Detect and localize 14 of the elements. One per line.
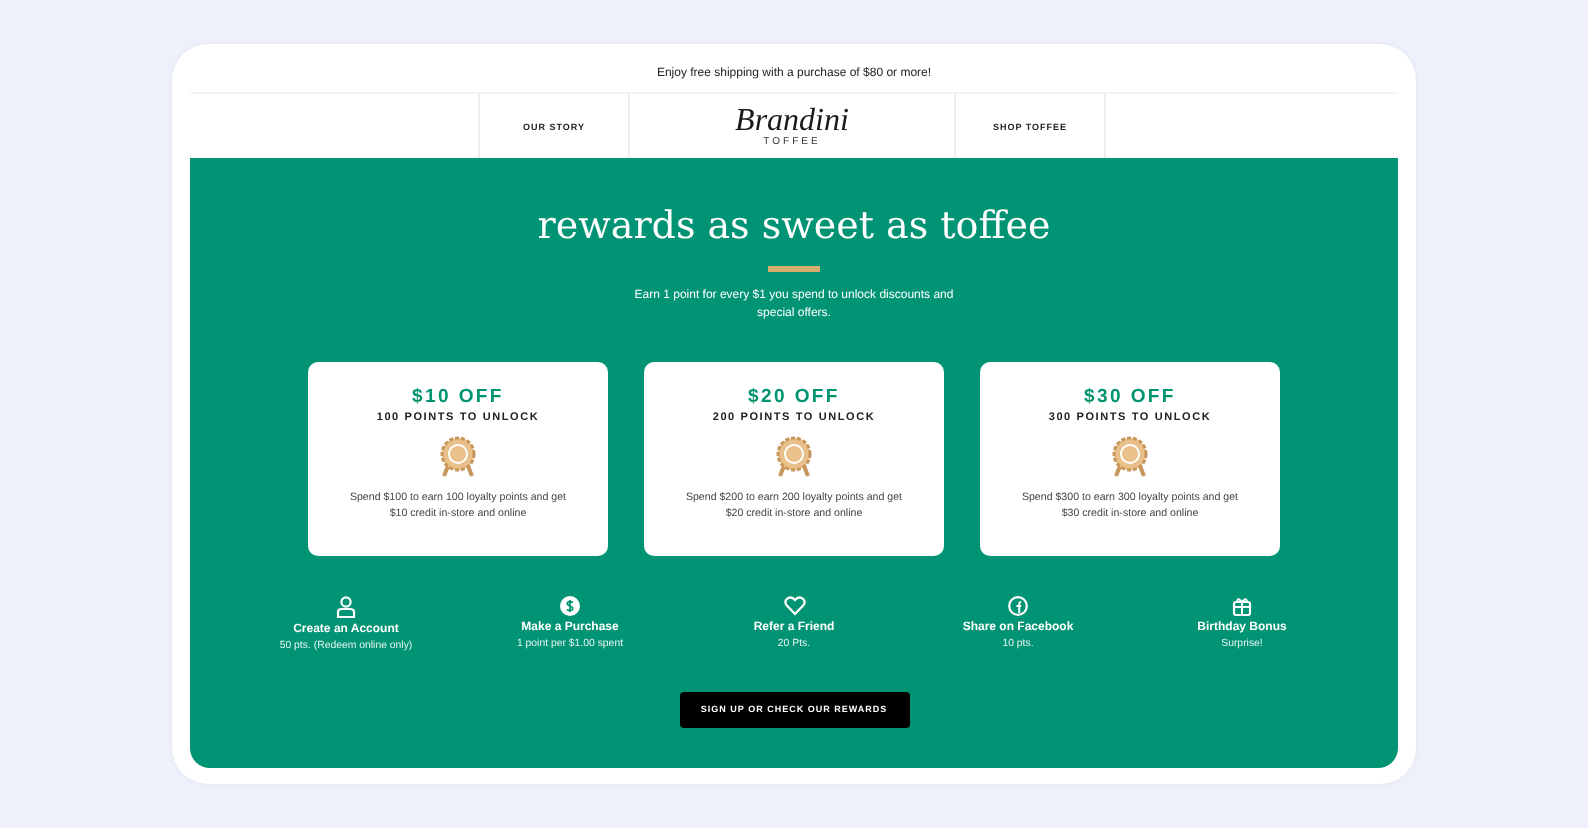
- reward-amount: $10 OFF: [412, 385, 504, 407]
- title-divider: [768, 266, 820, 271]
- facebook-icon: [1008, 595, 1028, 615]
- medal-icon: [438, 435, 478, 479]
- gift-icon: [1232, 595, 1252, 615]
- heart-icon: [783, 595, 805, 615]
- hero-title: rewards as sweet as toffee: [537, 202, 1051, 250]
- person-icon: [336, 595, 356, 617]
- medal-icon: [1110, 435, 1150, 479]
- medal-icon: [774, 435, 814, 479]
- brand-logo[interactable]: Brandini: [735, 105, 849, 135]
- reward-amount: $30 OFF: [1084, 385, 1176, 407]
- dollar-icon: [560, 595, 580, 615]
- reward-amount: $20 OFF: [748, 385, 840, 407]
